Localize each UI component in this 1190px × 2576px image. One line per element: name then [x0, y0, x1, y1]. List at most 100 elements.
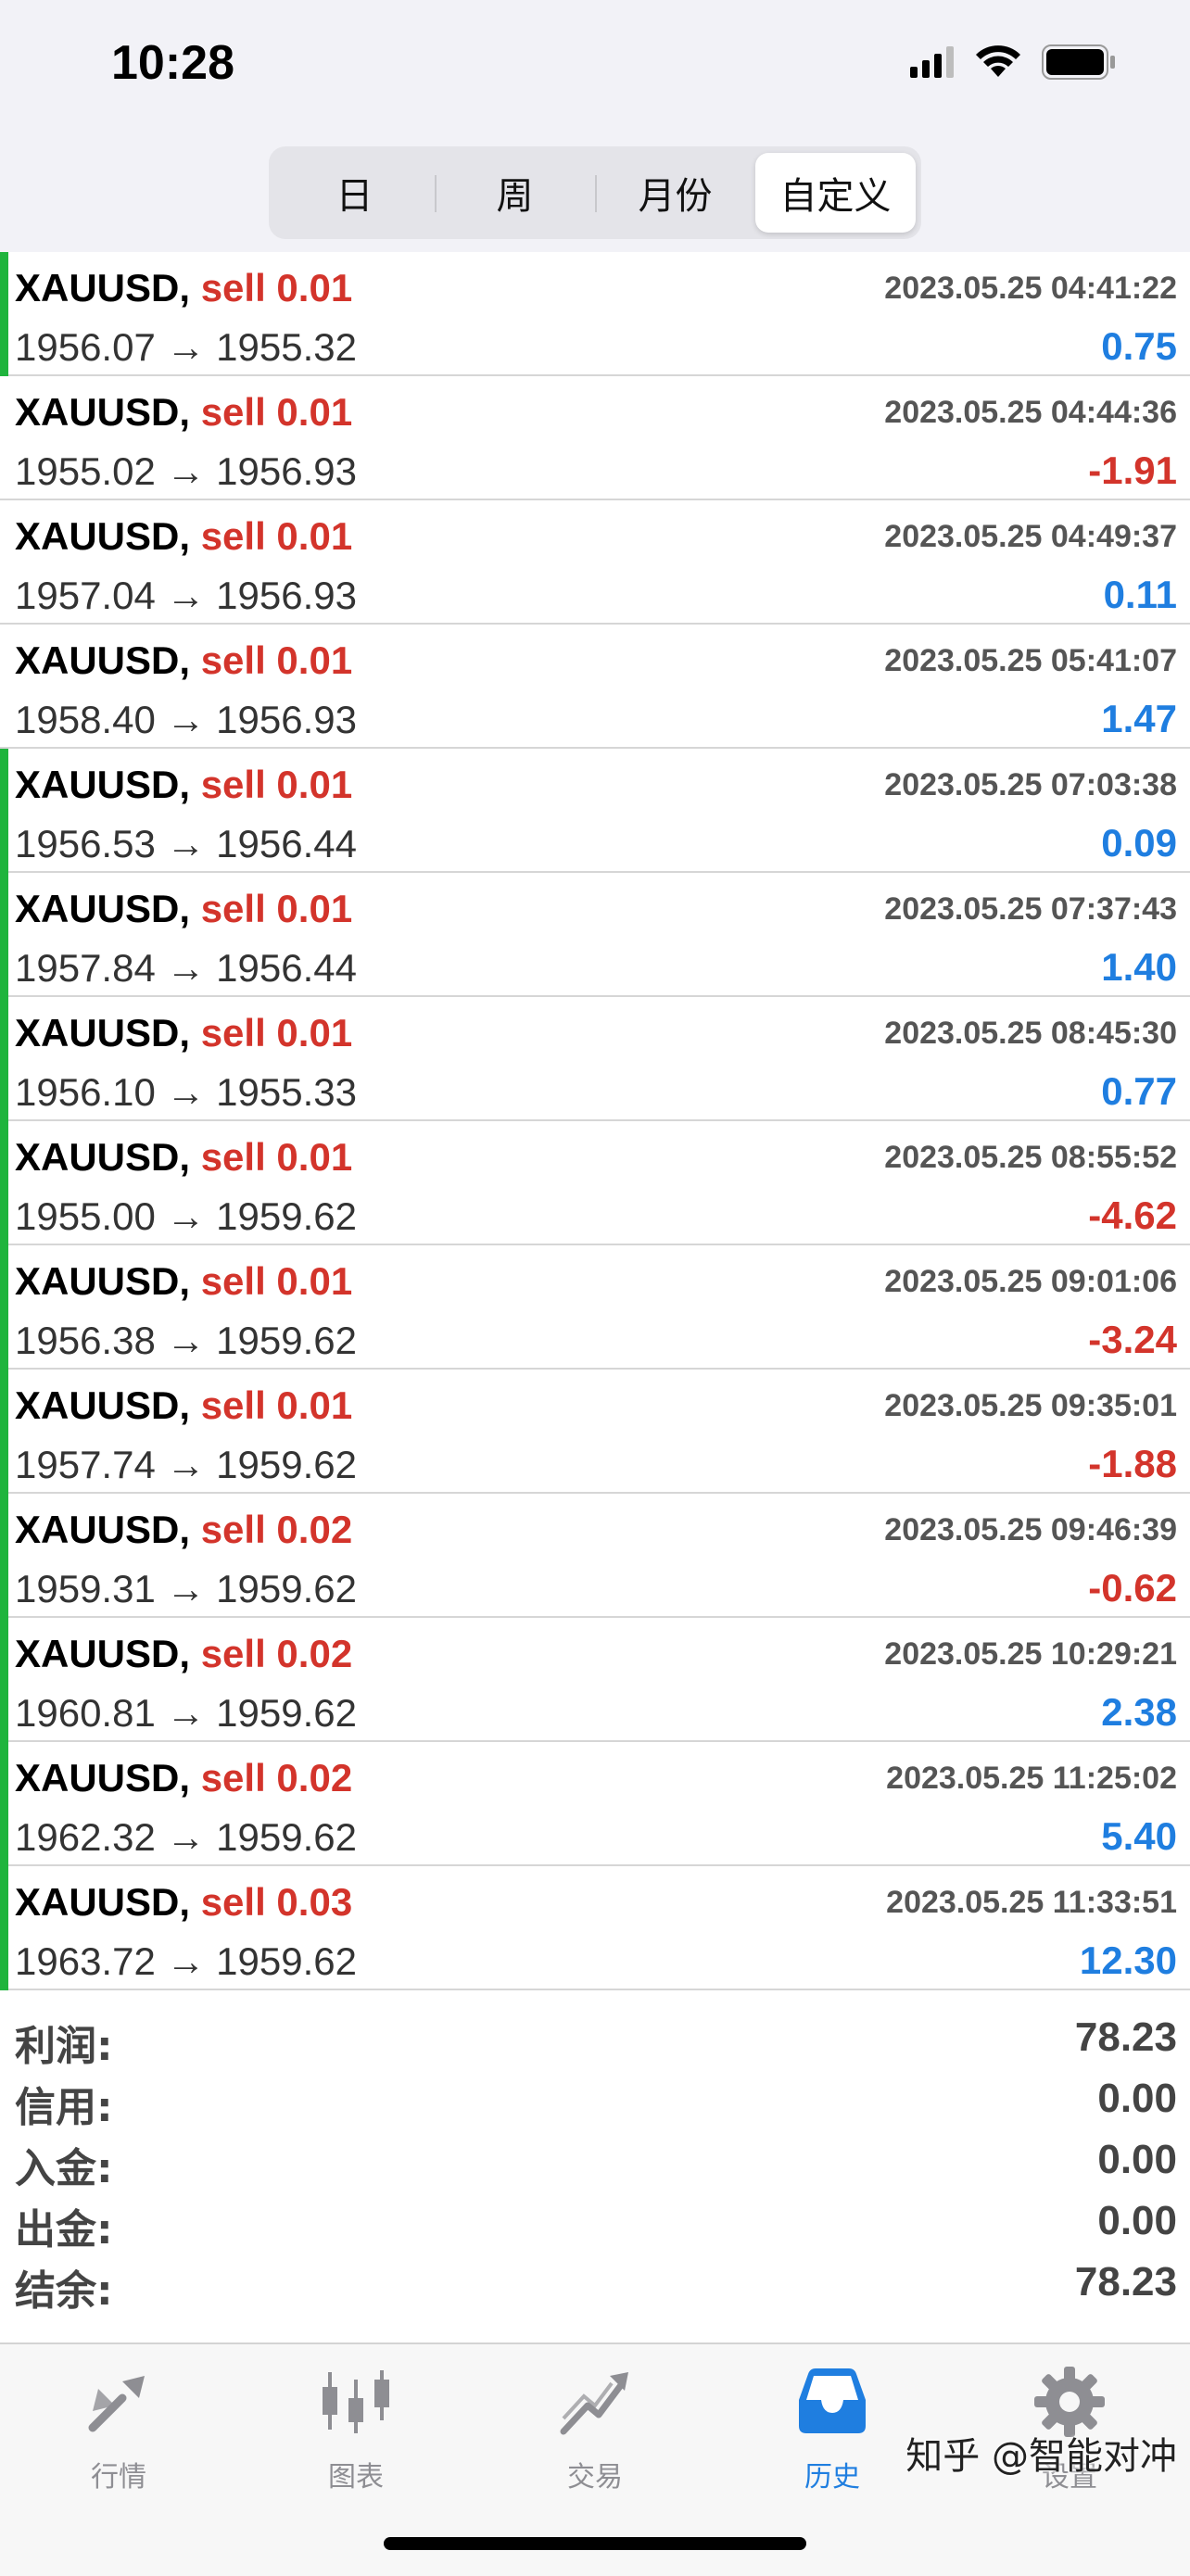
deal-profit: -0.62: [1088, 1566, 1177, 1610]
position-indicator-bar: [0, 1618, 8, 1742]
arrow-icon: →: [166, 822, 206, 865]
deal-row[interactable]: XAUUSD, sell 0.02 1962.32 → 1959.62 2023.0…: [0, 1742, 1190, 1866]
deal-open-price: 1956.10: [15, 1070, 156, 1114]
deal-time: 2023.05.25 09:35:01: [884, 1388, 1177, 1423]
watermark: 知乎 @智能对冲: [905, 2435, 1177, 2478]
status-time: 10:28: [111, 36, 234, 90]
summary-profit-value: 78.23: [1074, 2014, 1177, 2060]
deal-type: sell 0.01: [200, 514, 353, 558]
deal-type: sell 0.01: [200, 1135, 353, 1179]
arrow-icon: →: [166, 1070, 206, 1114]
deal-time: 2023.05.25 09:46:39: [884, 1512, 1177, 1547]
cellular-signal-icon: [910, 46, 954, 78]
deal-row[interactable]: XAUUSD, sell 0.01 1956.53 → 1956.44 2023.0…: [0, 749, 1190, 873]
deal-symbol: XAUUSD,: [15, 266, 191, 309]
deal-time: 2023.05.25 08:45:30: [884, 1016, 1177, 1051]
position-indicator-bar: [0, 1370, 8, 1494]
deal-close-price: 1956.44: [216, 822, 357, 865]
deal-prices: 1956.10 → 1955.33: [15, 1069, 357, 1116]
deal-close-price: 1955.32: [216, 325, 357, 369]
deal-prices: 1957.84 → 1956.44: [15, 945, 357, 991]
deal-profit: -1.88: [1088, 1442, 1177, 1485]
history-icon: [799, 2368, 866, 2433]
segment-month[interactable]: 月份: [595, 153, 755, 233]
deal-open-price: 1957.74: [15, 1443, 156, 1486]
deal-close-price: 1959.62: [216, 1319, 357, 1362]
deal-close-price: 1959.62: [216, 1691, 357, 1735]
deal-time: 2023.05.25 11:25:02: [886, 1761, 1177, 1796]
deal-row[interactable]: XAUUSD, sell 0.01 1955.00 → 1959.62 2023.0…: [0, 1121, 1190, 1245]
deal-row[interactable]: XAUUSD, sell 0.01 1956.38 → 1959.62 2023.0…: [0, 1245, 1190, 1370]
tab-chart[interactable]: 图表: [272, 2363, 439, 2494]
deal-symbol: XAUUSD,: [15, 1880, 191, 1924]
summary-balance-row: 结余: 78.23: [0, 2254, 1190, 2315]
deal-title: XAUUSD, sell 0.01: [15, 638, 352, 684]
deal-title: XAUUSD, sell 0.01: [15, 762, 352, 808]
tab-trade[interactable]: 交易: [512, 2363, 678, 2494]
deal-row[interactable]: XAUUSD, sell 0.02 1959.31 → 1959.62 2023.0…: [0, 1494, 1190, 1618]
deal-open-price: 1957.04: [15, 574, 156, 617]
deal-symbol: XAUUSD,: [15, 1259, 191, 1303]
position-indicator-bar: [0, 1742, 8, 1866]
summary-withdrawal-label: 出金:: [15, 2206, 113, 2254]
deal-type: sell 0.01: [200, 638, 353, 682]
period-segmented-control: 日 周 月份 自定义: [269, 146, 921, 239]
deal-open-price: 1958.40: [15, 698, 156, 741]
position-indicator-bar: [0, 873, 8, 997]
deal-close-price: 1956.93: [216, 698, 357, 741]
summary-deposit-row: 入金: 0.00: [0, 2131, 1190, 2192]
deal-type: sell 0.01: [200, 1259, 353, 1303]
deal-type: sell 0.01: [200, 763, 353, 806]
home-indicator[interactable]: [384, 2537, 806, 2550]
tab-history[interactable]: 历史: [749, 2363, 916, 2494]
deal-time: 2023.05.25 11:33:51: [886, 1885, 1177, 1920]
position-indicator-bar: [0, 1245, 8, 1370]
deal-profit: 0.75: [1101, 324, 1177, 368]
deal-symbol: XAUUSD,: [15, 1508, 191, 1551]
deal-symbol: XAUUSD,: [15, 1135, 191, 1179]
deal-row[interactable]: XAUUSD, sell 0.03 1963.72 → 1959.62 2023.0…: [0, 1866, 1190, 1990]
deal-row[interactable]: XAUUSD, sell 0.01 1956.07 → 1955.32 2023.0…: [0, 252, 1190, 376]
deal-profit: -3.24: [1088, 1318, 1177, 1361]
segment-custom[interactable]: 自定义: [755, 153, 916, 233]
deal-close-price: 1959.62: [216, 1567, 357, 1610]
tab-history-label: 历史: [804, 2461, 860, 2494]
deal-row[interactable]: XAUUSD, sell 0.02 1960.81 → 1959.62 2023.0…: [0, 1618, 1190, 1742]
tab-quotes[interactable]: 行情: [35, 2363, 202, 2494]
deal-row[interactable]: XAUUSD, sell 0.01 1958.40 → 1956.93 2023.0…: [0, 625, 1190, 749]
tab-trade-label: 交易: [567, 2461, 623, 2494]
deal-time: 2023.05.25 10:29:21: [884, 1636, 1177, 1672]
deal-row[interactable]: XAUUSD, sell 0.01 1955.02 → 1956.93 2023.0…: [0, 376, 1190, 500]
deal-prices: 1962.32 → 1959.62: [15, 1814, 357, 1861]
tab-chart-label: 图表: [328, 2461, 384, 2494]
deal-prices: 1958.40 → 1956.93: [15, 697, 357, 743]
deal-symbol: XAUUSD,: [15, 390, 191, 434]
deal-symbol: XAUUSD,: [15, 1632, 191, 1675]
deal-time: 2023.05.25 05:41:07: [884, 643, 1177, 678]
arrow-icon: →: [166, 449, 206, 493]
summary-balance-label: 结余:: [15, 2267, 113, 2315]
deal-open-price: 1957.84: [15, 946, 156, 990]
deal-close-price: 1956.44: [216, 946, 357, 990]
deal-row[interactable]: XAUUSD, sell 0.01 1957.04 → 1956.93 2023.0…: [0, 500, 1190, 625]
arrow-icon: →: [166, 574, 206, 617]
segment-week[interactable]: 周: [435, 153, 595, 233]
deal-row[interactable]: XAUUSD, sell 0.01 1957.74 → 1959.62 2023.0…: [0, 1370, 1190, 1494]
status-icons: [910, 44, 1116, 80]
deal-type: sell 0.03: [200, 1880, 353, 1924]
history-summary: 利润: 78.23 信用: 0.00 入金: 0.00 出金: 0.00 结余:…: [0, 2009, 1190, 2315]
deal-title: XAUUSD, sell 0.02: [15, 1507, 352, 1553]
summary-withdrawal-row: 出金: 0.00: [0, 2192, 1190, 2254]
arrow-icon: →: [166, 1939, 206, 1983]
deal-profit: 0.09: [1101, 821, 1177, 865]
deal-row[interactable]: XAUUSD, sell 0.01 1957.84 → 1956.44 2023.0…: [0, 873, 1190, 997]
deal-time: 2023.05.25 04:44:36: [884, 395, 1177, 430]
deal-profit: 0.11: [1103, 573, 1177, 616]
deal-profit: 2.38: [1101, 1690, 1177, 1734]
deal-close-price: 1956.93: [216, 449, 357, 493]
status-bar: 10:28: [0, 0, 1190, 139]
deal-row[interactable]: XAUUSD, sell 0.01 1956.10 → 1955.33 2023.0…: [0, 997, 1190, 1121]
segment-day[interactable]: 日: [274, 153, 435, 233]
deal-prices: 1957.74 → 1959.62: [15, 1442, 357, 1488]
deal-title: XAUUSD, sell 0.01: [15, 1010, 352, 1056]
